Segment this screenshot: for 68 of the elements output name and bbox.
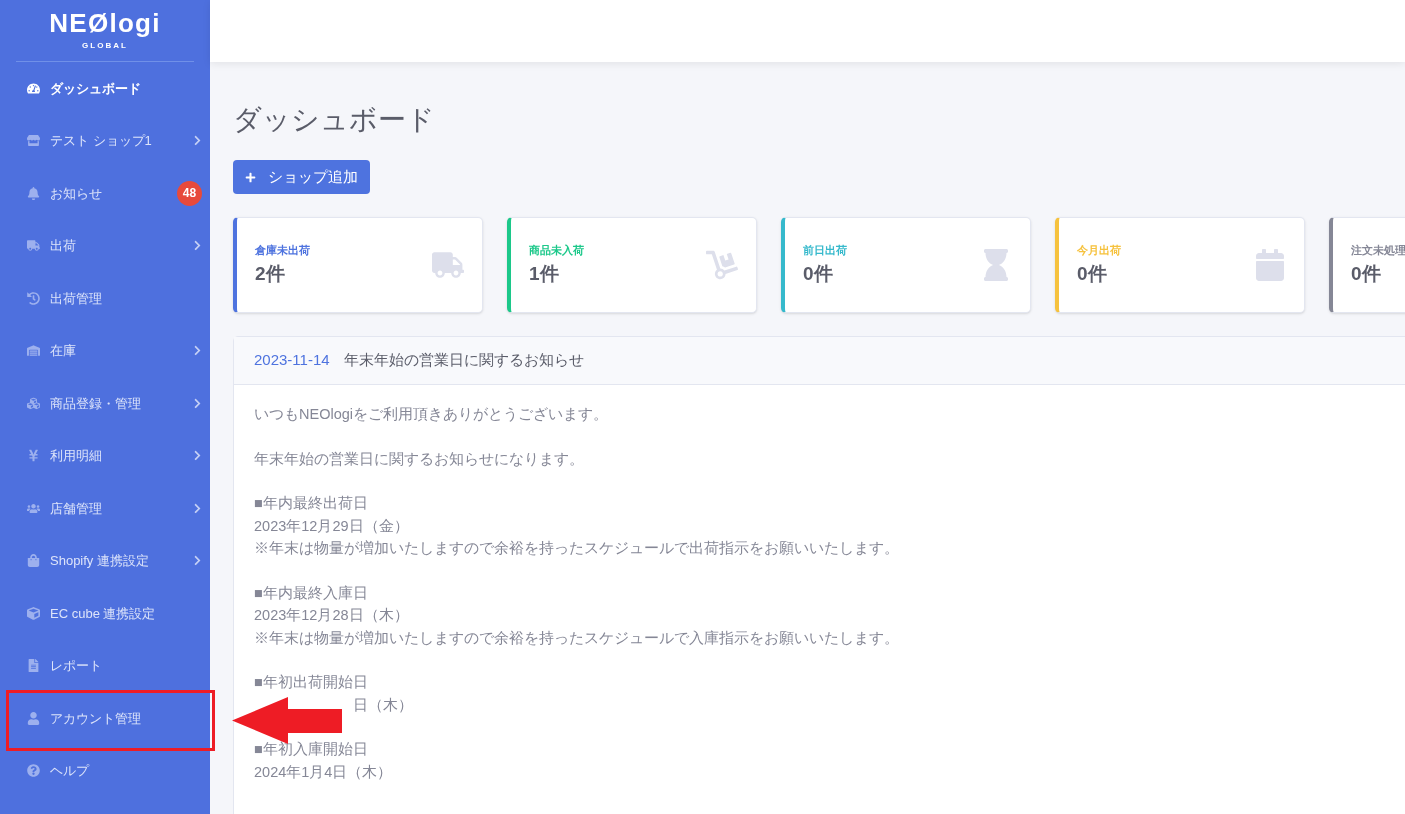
sidebar-item[interactable]: Shopify 連携設定 <box>0 534 210 587</box>
notice-title: 年末年始の営業日に関するお知らせ <box>343 350 584 371</box>
notice-date: 2023-11-14 <box>254 350 330 371</box>
notice-text: ■年初入庫開始日 <box>254 740 368 759</box>
truck-icon <box>27 239 40 253</box>
notice-text: 日（木） <box>353 695 413 715</box>
notice-text: 2023年12月29日（金） <box>254 516 409 536</box>
sidebar-item[interactable]: 在庫 <box>0 324 210 377</box>
stat-label: 今月出荷 <box>1077 242 1122 258</box>
hand-truck-icon <box>706 249 738 281</box>
warehouse-icon <box>27 344 40 358</box>
chevron-icon <box>193 345 202 357</box>
add-shop-button[interactable]: ショップ追加 <box>233 160 370 194</box>
sidebar-item[interactable]: レポート <box>0 639 210 692</box>
sidebar-item[interactable]: 利用明細 <box>0 429 210 482</box>
notice-text: ■年内最終入庫日 <box>254 583 368 603</box>
stat-label: 商品未入荷 <box>529 242 585 258</box>
chevron-icon <box>193 450 202 462</box>
sidebar-item[interactable]: EC cube 連携設定 <box>0 587 210 640</box>
notice-text: 2023年12月28日（木） <box>254 606 409 625</box>
notice-text: いつもNEOlogiをご利用頂きありがとうございます。 <box>254 405 608 424</box>
calendar-icon <box>1254 249 1286 281</box>
chevron-icon <box>193 555 202 567</box>
stat-label: 倉庫未出荷 <box>255 242 311 258</box>
yen-icon <box>27 449 40 463</box>
shopping-bag-icon <box>27 554 40 568</box>
store-icon <box>27 134 40 148</box>
chevron-icon <box>193 240 202 252</box>
sidebar-item[interactable]: 出荷管理 <box>0 272 210 325</box>
sidebar-item[interactable]: お知らせ 48 <box>0 167 210 220</box>
notice-text: 2024年1月4日（木） <box>254 762 393 782</box>
cube-icon <box>27 606 40 620</box>
truck-icon <box>432 249 464 281</box>
notice-text: 年末年始の営業日に関するお知らせになります。 <box>254 449 584 469</box>
sidebar-item[interactable]: ヘルプ <box>0 744 210 797</box>
history-icon <box>27 291 40 305</box>
plus-icon <box>245 171 256 183</box>
stat-value: 0件 <box>1351 262 1382 286</box>
count-badge: 48 <box>177 180 202 206</box>
sidebar-item[interactable]: 商品登録・管理 <box>0 377 210 430</box>
boxes-icon <box>27 396 40 410</box>
stat-label: 前日出荷 <box>803 242 848 258</box>
notice-text: ■年内最終出荷日 <box>254 494 368 513</box>
sidebar-item[interactable]: 店舗管理 <box>0 482 210 535</box>
stat-value: 0件 <box>1077 262 1108 286</box>
users-icon <box>27 501 40 515</box>
chevron-icon <box>193 502 202 514</box>
chevron-icon <box>193 397 202 409</box>
document-icon <box>27 659 40 673</box>
user-icon <box>27 711 40 725</box>
sidebar-item[interactable]: 出荷 <box>0 219 210 272</box>
notice-text: ※年末は物量が増加いたしますので余裕を持ったスケジュールで出荷指示をお願いいたします。 <box>254 539 899 558</box>
sidebar-item[interactable]: アカウント管理 <box>0 692 210 745</box>
logo-subtitle: GLOBAL <box>82 39 128 52</box>
help-icon <box>27 764 40 778</box>
sidebar-item[interactable]: テスト ショップ1 <box>0 114 210 167</box>
stat-value: 0件 <box>803 262 834 286</box>
stat-value: 2件 <box>255 262 286 286</box>
stat-label: 注文未処理 <box>1351 242 1405 258</box>
sidebar-item[interactable]: ダッシュボード <box>0 62 210 115</box>
stat-value: 1件 <box>529 262 560 286</box>
notice-text: ■年初出荷開始日 <box>254 673 368 692</box>
notice-text: ※年末は物量が増加いたしますので余裕を持ったスケジュールで入庫指示をお願いいたします。 <box>254 628 899 648</box>
page-title: ダッシュボード <box>233 103 436 137</box>
chevron-icon <box>193 135 202 147</box>
gauge-icon <box>27 81 40 95</box>
bell-icon <box>27 186 40 200</box>
logo[interactable]: NEØlogi <box>49 9 161 36</box>
